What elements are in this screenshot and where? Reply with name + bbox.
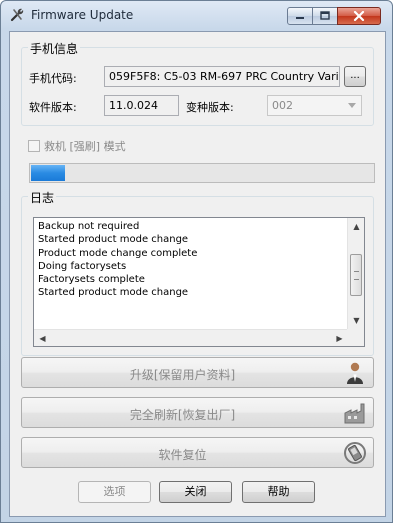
progress-bar bbox=[29, 163, 375, 183]
scroll-up-icon[interactable]: ▲ bbox=[348, 218, 365, 235]
close-button[interactable]: 关闭 bbox=[159, 481, 232, 503]
scroll-corner bbox=[347, 329, 364, 346]
log-line: Factorysets complete bbox=[38, 274, 145, 286]
browse-button[interactable]: ... bbox=[344, 66, 366, 87]
log-horizontal-scrollbar[interactable]: ◀ ▶ bbox=[34, 329, 348, 346]
upgrade-keep-data-label: 升级[保留用户资料] bbox=[129, 368, 236, 382]
phone-info-group-title: 手机信息 bbox=[28, 40, 81, 57]
rescue-mode-label: 救机 [强刷] 模式 bbox=[44, 140, 126, 153]
rescue-mode-checkbox[interactable] bbox=[28, 140, 40, 152]
window-title: Firmware Update bbox=[31, 8, 134, 22]
title-bar[interactable]: Firmware Update bbox=[1, 1, 392, 31]
log-group: 日志 Backup not required Started product mo… bbox=[21, 189, 374, 356]
maximize-icon bbox=[320, 10, 330, 23]
log-lines: Backup not required Started product mode … bbox=[38, 220, 343, 300]
full-flash-factory-label: 完全刷新[恢复出厂] bbox=[129, 408, 236, 422]
variant-select[interactable]: 002 bbox=[267, 95, 362, 116]
log-vertical-scrollbar[interactable]: ▲ ▼ bbox=[347, 218, 364, 329]
software-reset-button[interactable]: 软件复位 bbox=[21, 437, 374, 468]
wrench-tool-icon bbox=[9, 7, 25, 23]
minimize-button[interactable] bbox=[287, 7, 313, 25]
chevron-down-icon bbox=[344, 97, 360, 114]
sw-version-label: 软件版本: bbox=[29, 101, 77, 114]
scroll-right-icon[interactable]: ▶ bbox=[331, 330, 348, 347]
sw-version-field[interactable]: 11.0.024 bbox=[104, 95, 179, 116]
dialog-client-area: 手机信息 手机代码: 059F5F8: C5-03 RM-697 PRC Cou… bbox=[9, 31, 386, 517]
scroll-left-icon[interactable]: ◀ bbox=[34, 330, 51, 347]
factory-icon bbox=[343, 401, 367, 425]
variant-value: 002 bbox=[272, 99, 293, 112]
scroll-down-icon[interactable]: ▼ bbox=[348, 312, 365, 329]
log-line: Started product mode change bbox=[38, 287, 189, 299]
close-icon bbox=[353, 11, 365, 21]
log-group-title: 日志 bbox=[28, 189, 57, 206]
progress-fill bbox=[31, 165, 65, 181]
software-reset-label: 软件复位 bbox=[158, 448, 207, 462]
help-button[interactable]: 帮助 bbox=[242, 481, 315, 503]
close-window-button[interactable] bbox=[337, 7, 381, 25]
log-vertical-thumb[interactable] bbox=[350, 254, 362, 296]
firmware-update-window: Firmware Update 手机信息 手机代码: 059F5F8: C5-0… bbox=[0, 0, 393, 523]
upgrade-keep-data-button[interactable]: 升级[保留用户资料] bbox=[21, 357, 374, 388]
phone-code-field[interactable]: 059F5F8: C5-03 RM-697 PRC Country Varian… bbox=[104, 66, 340, 87]
rescue-mode-checkbox-row[interactable]: 救机 [强刷] 模式 bbox=[28, 138, 126, 154]
log-line: Doing factorysets bbox=[38, 260, 127, 272]
log-textbox[interactable]: Backup not required Started product mode … bbox=[33, 217, 365, 347]
variant-label: 变种版本: bbox=[186, 101, 234, 114]
minimize-icon bbox=[295, 10, 305, 23]
phone-code-label: 手机代码: bbox=[29, 72, 77, 85]
maximize-button[interactable] bbox=[312, 7, 338, 25]
log-line: Started product mode change bbox=[38, 234, 189, 246]
full-flash-factory-button[interactable]: 完全刷新[恢复出厂] bbox=[21, 397, 374, 428]
log-line: Product mode change complete bbox=[38, 247, 198, 259]
phone-reset-icon bbox=[343, 441, 367, 465]
options-button[interactable]: 选项 bbox=[78, 481, 151, 503]
log-line: Backup not required bbox=[38, 221, 140, 232]
user-person-icon bbox=[343, 361, 367, 385]
